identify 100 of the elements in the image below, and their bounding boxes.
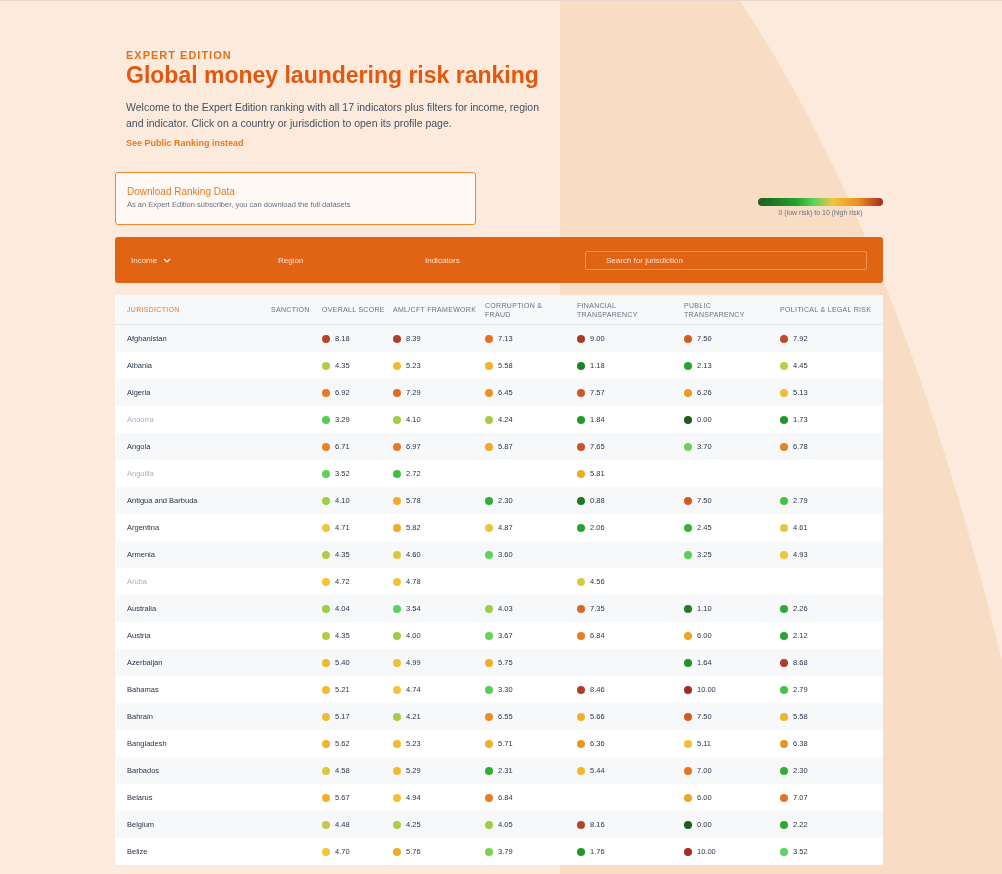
page-title: Global money laundering risk ranking [126, 61, 540, 89]
risk-dot [780, 604, 788, 613]
risk-dot [684, 388, 692, 397]
risk-dot [780, 334, 788, 343]
risk-dot [322, 550, 330, 559]
risk-dot [684, 820, 692, 829]
risk-dot [577, 523, 585, 532]
risk-dot [485, 523, 493, 532]
risk-dot [684, 415, 692, 424]
risk-dot [684, 361, 692, 370]
risk-dot [322, 442, 330, 451]
risk-dot [485, 820, 493, 829]
risk-dot [577, 496, 585, 505]
risk-dot [485, 658, 493, 667]
risk-dot [780, 496, 788, 505]
risk-dot [684, 604, 692, 613]
risk-dot [393, 577, 401, 586]
risk-dot [780, 631, 788, 640]
risk-dot [577, 334, 585, 343]
risk-dot [577, 469, 585, 478]
download-title: Download Ranking Data [127, 186, 236, 197]
risk-dot [322, 334, 330, 343]
risk-dot [322, 604, 330, 613]
risk-dot [322, 631, 330, 640]
risk-dot [577, 631, 585, 640]
risk-dot [780, 388, 788, 397]
intro-text: Welcome to the Expert Edition ranking with all 17 indicators plus filters for income, region and indicator. Click on a country or jurisdiction to open its profile page. [126, 100, 540, 131]
risk-dot [684, 631, 692, 640]
risk-dot [684, 739, 692, 748]
risk-dot [780, 658, 788, 667]
risk-dot [393, 847, 401, 856]
risk-dot [322, 577, 330, 586]
risk-dot [322, 847, 330, 856]
risk-dot [684, 658, 692, 667]
risk-dot [684, 496, 692, 505]
risk-dot [485, 739, 493, 748]
risk-dot [485, 604, 493, 613]
risk-dot [577, 820, 585, 829]
risk-dot [393, 388, 401, 397]
risk-dot [393, 469, 401, 478]
risk-dot [780, 739, 788, 748]
risk-dot [780, 847, 788, 856]
risk-dot [322, 361, 330, 370]
risk-dot [780, 793, 788, 802]
risk-dot [322, 388, 330, 397]
risk-dot [485, 550, 493, 559]
risk-dot [684, 847, 692, 856]
risk-dot [322, 415, 330, 424]
risk-dot [684, 712, 692, 721]
risk-dot [393, 523, 401, 532]
risk-dot [322, 766, 330, 775]
risk-dot [780, 712, 788, 721]
risk-dot [322, 469, 330, 478]
risk-dot [485, 793, 493, 802]
risk-dot [485, 685, 493, 694]
risk-dot [577, 361, 585, 370]
risk-dot [393, 550, 401, 559]
risk-dot [577, 847, 585, 856]
risk-dot [322, 820, 330, 829]
risk-dot [780, 442, 788, 451]
risk-dot [393, 334, 401, 343]
risk-dot [577, 415, 585, 424]
risk-dot [577, 388, 585, 397]
risk-dot [577, 712, 585, 721]
risk-dot [780, 685, 788, 694]
risk-dot [684, 766, 692, 775]
risk-dot [577, 442, 585, 451]
risk-dot [393, 604, 401, 613]
risk-dot [322, 685, 330, 694]
risk-dot [485, 766, 493, 775]
risk-dot [393, 658, 401, 667]
risk-dot [684, 685, 692, 694]
risk-dot [684, 442, 692, 451]
risk-dot [485, 361, 493, 370]
risk-dot [393, 793, 401, 802]
risk-dot [322, 739, 330, 748]
risk-dot [780, 766, 788, 775]
risk-dot [485, 631, 493, 640]
risk-dot [577, 685, 585, 694]
risk-dot [322, 658, 330, 667]
risk-dot [780, 415, 788, 424]
risk-dot [322, 712, 330, 721]
risk-dot [393, 820, 401, 829]
risk-dot [322, 793, 330, 802]
risk-dot [393, 766, 401, 775]
risk-dot [684, 523, 692, 532]
risk-dot [780, 820, 788, 829]
risk-dot [577, 604, 585, 613]
risk-dot [684, 793, 692, 802]
risk-dot [485, 442, 493, 451]
risk-dot [322, 523, 330, 532]
risk-dot [577, 766, 585, 775]
risk-dot [485, 712, 493, 721]
risk-dot [780, 523, 788, 532]
risk-dot [780, 361, 788, 370]
risk-dot [684, 550, 692, 559]
risk-dot [393, 415, 401, 424]
search-field[interactable]: Search for jurisdiction [585, 250, 867, 270]
risk-dot [393, 442, 401, 451]
risk-dot [577, 739, 585, 748]
